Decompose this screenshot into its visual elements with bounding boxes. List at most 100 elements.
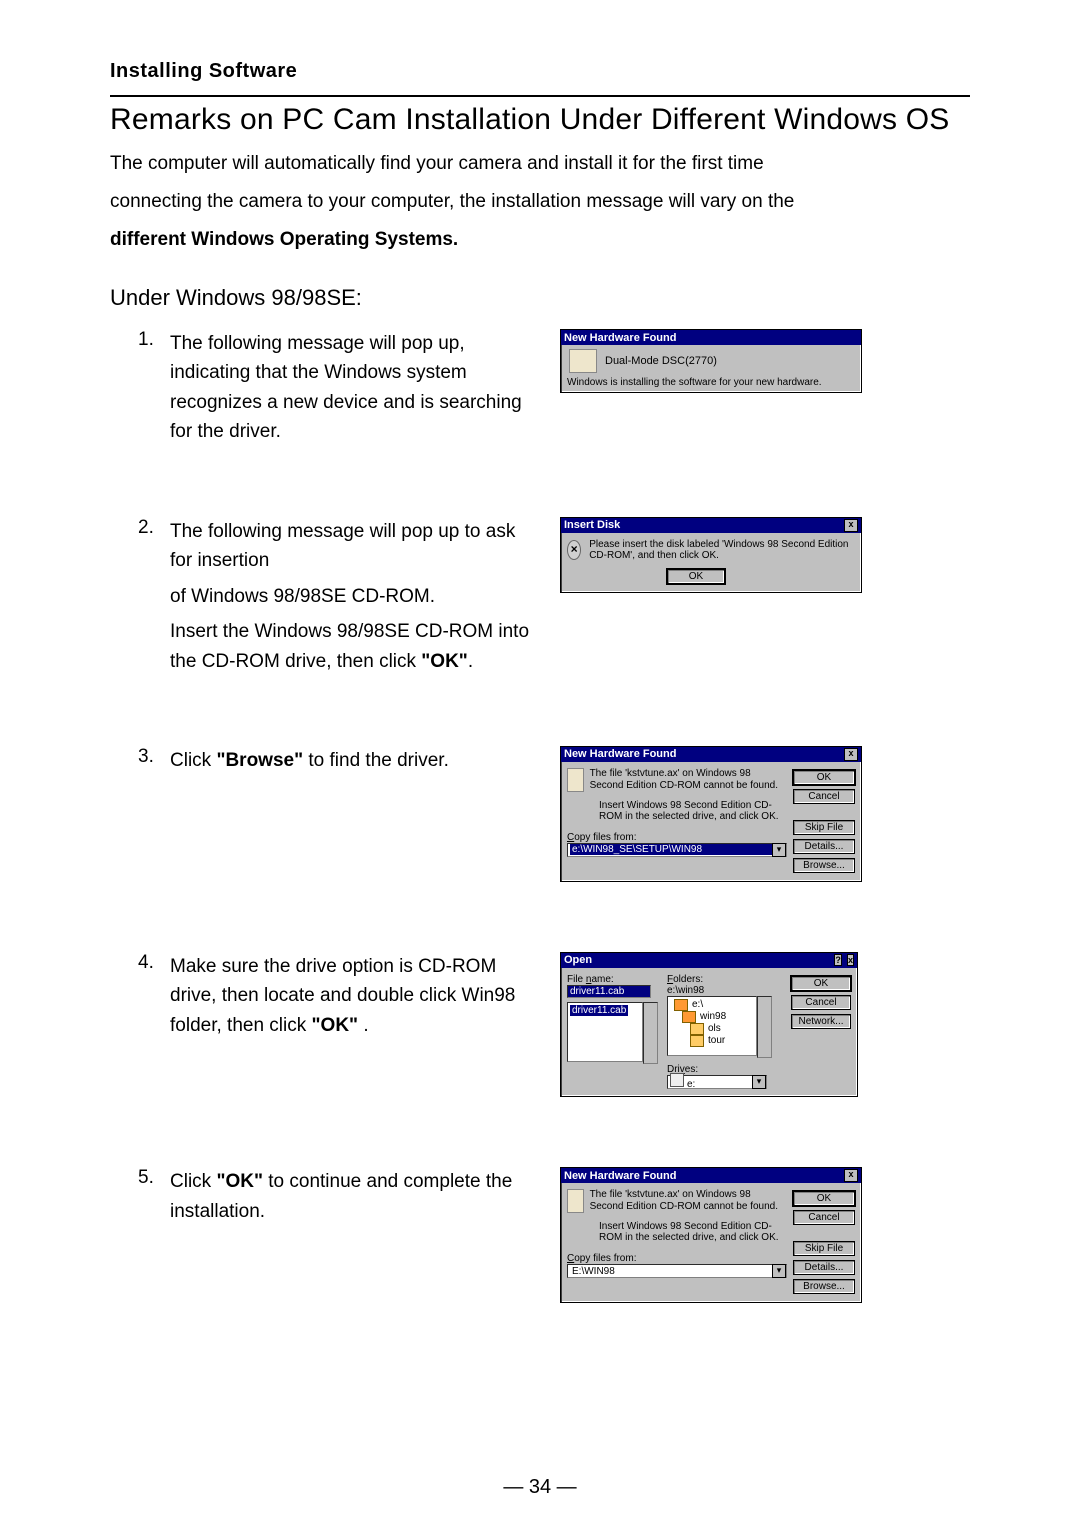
folder-icon bbox=[690, 1023, 704, 1035]
section-label: Installing Software bbox=[110, 60, 970, 83]
step-number: 5. bbox=[110, 1167, 170, 1189]
folder-label: win98 bbox=[700, 1011, 726, 1022]
copy-from-dropdown[interactable]: E:\WIN98 ▾ bbox=[567, 1264, 787, 1278]
dialog-open: Open ? x File name: driver11.cab bbox=[560, 952, 858, 1098]
divider bbox=[110, 95, 970, 97]
close-button[interactable]: x bbox=[844, 519, 858, 532]
error-icon: × bbox=[567, 540, 581, 560]
file-list[interactable]: driver11.cab bbox=[567, 1002, 643, 1062]
file-name-input[interactable]: driver11.cab bbox=[567, 985, 651, 998]
folder-win98[interactable]: win98 bbox=[682, 1011, 754, 1023]
dropdown-arrow-icon[interactable]: ▾ bbox=[772, 1264, 786, 1278]
dialog-title: New Hardware Found bbox=[564, 332, 676, 344]
step-text: The following message will pop up, indic… bbox=[170, 329, 540, 447]
folder-tree[interactable]: e:\ win98 ols tour bbox=[667, 996, 757, 1056]
dialog-message: The file 'kstvtune.ax' on Windows 98 Sec… bbox=[590, 768, 787, 792]
browse-button[interactable]: Browse... bbox=[793, 858, 855, 873]
skip-file-button[interactable]: Skip File bbox=[793, 1241, 855, 1256]
copy-from-dropdown[interactable]: e:\WIN98_SE\SETUP\WIN98 ▾ bbox=[567, 843, 787, 857]
dialog-titlebar[interactable]: Open ? x bbox=[561, 953, 857, 968]
ok-button[interactable]: OK bbox=[793, 1191, 855, 1206]
scrollbar[interactable] bbox=[643, 1002, 658, 1064]
step-post: to find the driver. bbox=[303, 750, 449, 771]
dialog-insert-disk: Insert Disk x × Please insert the disk l… bbox=[560, 517, 862, 593]
details-button[interactable]: Details... bbox=[793, 839, 855, 854]
close-button[interactable]: x bbox=[844, 1169, 858, 1182]
intro-paragraph: The computer will automatically find you… bbox=[110, 145, 970, 259]
help-button[interactable]: ? bbox=[834, 954, 842, 966]
copy-from-path: e:\WIN98_SE\SETUP\WIN98 bbox=[570, 844, 772, 855]
step-text-main: The following message will pop up to ask… bbox=[170, 521, 515, 571]
file-list-item[interactable]: driver11.cab bbox=[570, 1005, 628, 1016]
step-sub2-post: . bbox=[468, 651, 473, 672]
dialog-title: Insert Disk bbox=[564, 519, 620, 531]
intro-line3: different Windows Operating Systems. bbox=[110, 229, 458, 250]
ok-button[interactable]: OK bbox=[667, 569, 725, 584]
step-sub1: of Windows 98/98SE CD-ROM. bbox=[170, 582, 540, 611]
hardware-icon bbox=[569, 349, 597, 373]
step-bold: "OK" bbox=[312, 1015, 359, 1036]
details-button[interactable]: Details... bbox=[793, 1260, 855, 1275]
folder-tour[interactable]: tour bbox=[690, 1035, 754, 1047]
drives-dropdown[interactable]: e: ▾ bbox=[667, 1075, 767, 1089]
step-sub2: Insert the Windows 98/98SE CD-ROM into t… bbox=[170, 617, 540, 676]
close-button[interactable]: x bbox=[844, 748, 858, 761]
dialog-message: Please insert the disk labeled 'Windows … bbox=[589, 539, 855, 561]
step-text: Click "OK" to continue and complete the … bbox=[170, 1167, 540, 1226]
page-number: — 34 — bbox=[0, 1476, 1080, 1499]
folder-root[interactable]: e:\ bbox=[674, 999, 754, 1011]
intro-line2: connecting the camera to your computer, … bbox=[110, 191, 794, 212]
close-button[interactable]: x bbox=[847, 954, 854, 966]
folder-label: e:\ bbox=[692, 999, 703, 1010]
dropdown-arrow-icon[interactable]: ▾ bbox=[772, 843, 786, 857]
folder-label: ols bbox=[708, 1023, 721, 1034]
ok-button[interactable]: OK bbox=[793, 770, 855, 785]
intro-line1: The computer will automatically find you… bbox=[110, 153, 764, 174]
dialog-titlebar[interactable]: New Hardware Found bbox=[561, 330, 861, 345]
page-title: Remarks on PC Cam Installation Under Dif… bbox=[110, 103, 970, 137]
step-2: 2. The following message will pop up to … bbox=[110, 517, 970, 676]
drives-value: e: bbox=[687, 1079, 695, 1090]
cancel-button[interactable]: Cancel bbox=[793, 1210, 855, 1225]
step-sub2-pre: Insert the Windows 98/98SE CD-ROM into t… bbox=[170, 621, 529, 671]
step-4: 4. Make sure the drive option is CD-ROM … bbox=[110, 952, 970, 1098]
skip-file-button[interactable]: Skip File bbox=[793, 820, 855, 835]
dialog-new-hardware-found-1: New Hardware Found Dual-Mode DSC(2770) W… bbox=[560, 329, 862, 393]
step-bold: "Browse" bbox=[216, 750, 303, 771]
dialog-status: Windows is installing the software for y… bbox=[561, 375, 861, 392]
dialog-message: The file 'kstvtune.ax' on Windows 98 Sec… bbox=[590, 1189, 787, 1213]
step-3: 3. Click "Browse" to find the driver. Ne… bbox=[110, 746, 970, 882]
step-post: . bbox=[358, 1015, 369, 1036]
step-bold: "OK" bbox=[216, 1171, 263, 1192]
copy-from-path: E:\WIN98 bbox=[570, 1266, 772, 1277]
folders-label: olders: bbox=[673, 974, 703, 985]
device-name: Dual-Mode DSC(2770) bbox=[605, 355, 717, 367]
scrollbar[interactable] bbox=[757, 996, 772, 1058]
step-sub2-bold: "OK" bbox=[421, 651, 468, 672]
dialog-titlebar[interactable]: Insert Disk x bbox=[561, 518, 861, 533]
browse-button[interactable]: Browse... bbox=[793, 1279, 855, 1294]
drive-icon bbox=[670, 1073, 684, 1087]
cancel-button[interactable]: Cancel bbox=[791, 995, 851, 1010]
step-text: The following message will pop up to ask… bbox=[170, 517, 540, 676]
hardware-icon bbox=[567, 1189, 584, 1213]
step-text: Click "Browse" to find the driver. bbox=[170, 746, 540, 775]
cancel-button[interactable]: Cancel bbox=[793, 789, 855, 804]
hardware-icon bbox=[567, 768, 584, 792]
ok-button[interactable]: OK bbox=[791, 976, 851, 991]
folder-label: tour bbox=[708, 1035, 725, 1046]
dropdown-arrow-icon[interactable]: ▾ bbox=[752, 1075, 766, 1089]
step-pre: Click bbox=[170, 750, 216, 771]
dialog-title: New Hardware Found bbox=[564, 1170, 676, 1182]
network-button[interactable]: Network... bbox=[791, 1014, 851, 1029]
step-pre: Click bbox=[170, 1171, 216, 1192]
step-number: 2. bbox=[110, 517, 170, 539]
step-5: 5. Click "OK" to continue and complete t… bbox=[110, 1167, 970, 1303]
folder-ols[interactable]: ols bbox=[690, 1023, 754, 1035]
step-number: 4. bbox=[110, 952, 170, 974]
dialog-titlebar[interactable]: New Hardware Found x bbox=[561, 747, 861, 762]
dialog-titlebar[interactable]: New Hardware Found x bbox=[561, 1168, 861, 1183]
copy-from-label: opy files from: bbox=[574, 832, 636, 843]
copy-from-label: opy files from: bbox=[574, 1253, 636, 1264]
dialog-hint: Insert Windows 98 Second Edition CD-ROM … bbox=[599, 800, 787, 822]
